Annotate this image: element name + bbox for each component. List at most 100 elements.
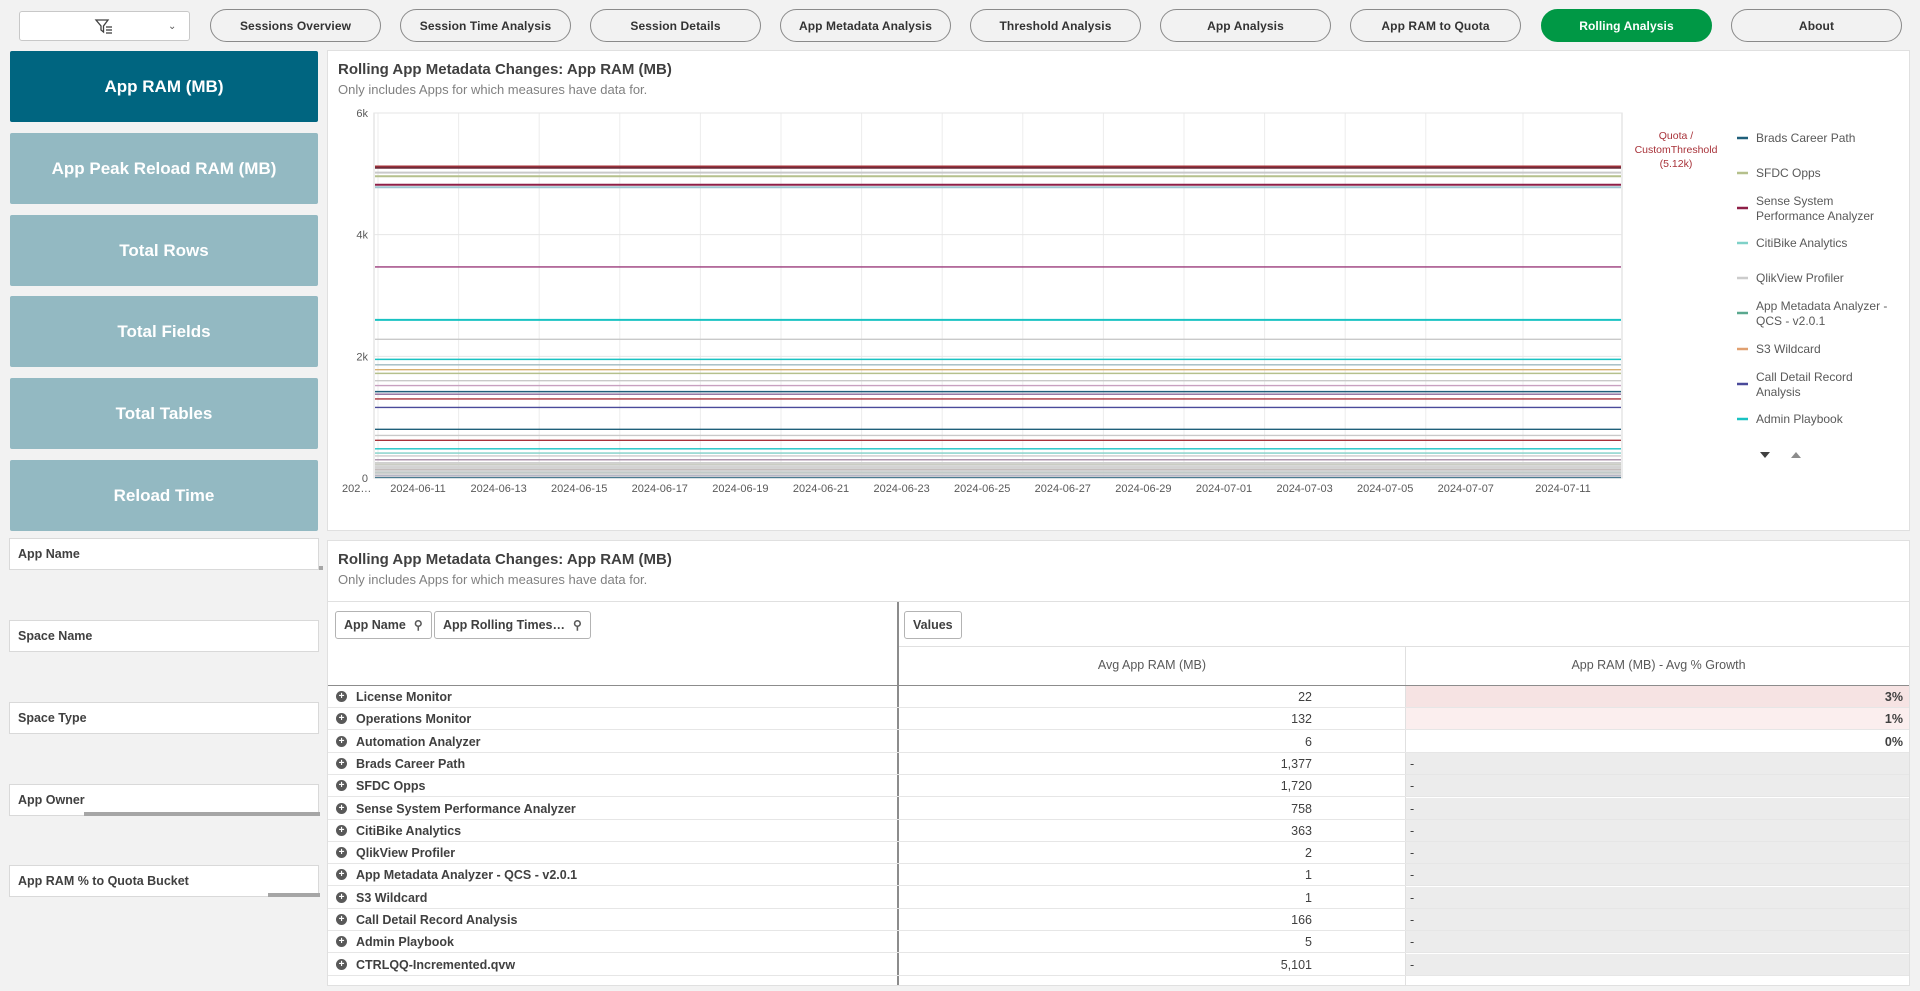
tab-app-metadata-analysis[interactable]: App Metadata Analysis — [780, 9, 951, 42]
table-row[interactable]: + Admin Playbook 5 - — [328, 931, 1909, 954]
measure-button-app-ram-mb[interactable]: App RAM (MB) — [10, 51, 318, 122]
legend-item[interactable]: Call Detail Record Analysis — [1756, 370, 1853, 399]
table-row[interactable]: + Operations Monitor 132 1% — [328, 708, 1909, 731]
legend-item[interactable]: Admin Playbook — [1756, 412, 1844, 426]
row-avg-ram: 132 — [1291, 712, 1312, 727]
filter-pane-space-name[interactable]: Space Name — [9, 620, 319, 652]
row-avg-ram: 5 — [1305, 935, 1312, 950]
row-growth-cell: 3% — [1406, 686, 1909, 707]
tab-sessions-overview[interactable]: Sessions Overview — [210, 9, 381, 42]
row-growth-cell: - — [1406, 819, 1909, 841]
expand-icon[interactable]: + — [336, 824, 347, 836]
x-tick-label: 2024-07-07 — [1438, 483, 1494, 495]
row-growth-cell: - — [1406, 864, 1909, 886]
expand-icon[interactable]: + — [336, 958, 347, 970]
table-row[interactable]: + Sense System Performance Analyzer 758 - — [328, 797, 1909, 820]
legend-item[interactable]: S3 Wildcard — [1756, 342, 1821, 356]
row-growth-value: - — [1410, 801, 1415, 816]
row-growth-value: - — [1410, 890, 1415, 905]
search-icon: ⚲ — [573, 618, 582, 632]
tab-rolling-analysis[interactable]: Rolling Analysis — [1541, 9, 1712, 42]
x-tick-label: 2024-06-15 — [551, 483, 607, 495]
filter-scroll-indicator[interactable] — [268, 893, 320, 897]
values-button[interactable]: Values — [904, 611, 962, 639]
table-row[interactable]: + CitiBike Analytics 363 - — [328, 819, 1909, 842]
column-header-avg-ram[interactable]: Avg App RAM (MB) — [899, 646, 1405, 684]
x-tick-label: 2024-06-23 — [873, 483, 929, 495]
table-row[interactable]: + S3 Wildcard 1 - — [328, 886, 1909, 909]
column-header-avg-growth[interactable]: App RAM (MB) - Avg % Growth — [1406, 646, 1909, 684]
filter-scroll-indicator[interactable] — [84, 812, 320, 816]
measure-button-app-peak-reload-ram-mb[interactable]: App Peak Reload RAM (MB) — [10, 133, 318, 204]
row-growth-value: - — [1410, 957, 1415, 972]
filter-pane-app-ram-to-quota-bucket[interactable]: App RAM % to Quota Bucket — [9, 865, 320, 897]
row-app-name: S3 Wildcard — [356, 890, 428, 905]
row-growth-value: - — [1410, 913, 1415, 927]
filter-pane-label: App Owner — [18, 793, 85, 807]
x-tick-label: 2024-07-01 — [1196, 483, 1252, 495]
measure-button-reload-time[interactable]: Reload Time — [10, 460, 318, 531]
legend-item[interactable]: Brads Career Path — [1756, 131, 1855, 145]
row-growth-value: - — [1410, 756, 1415, 771]
row-app-name: CitiBike Analytics — [356, 823, 462, 838]
expand-icon[interactable]: + — [336, 691, 347, 702]
x-tick-label: 2024-06-25 — [954, 483, 1010, 495]
expand-icon[interactable]: + — [336, 713, 347, 725]
table-row[interactable]: + Automation Analyzer 6 0% — [328, 730, 1909, 753]
legend-item[interactable]: QlikView Profiler — [1756, 271, 1844, 285]
line-chart[interactable]: 02k4k6kQuota /CustomThreshold(5.12k)202…… — [328, 101, 1911, 531]
top-toolbar: ⌄ Sessions Overview Session Time Analysis… — [0, 0, 1920, 50]
expand-icon[interactable]: + — [336, 869, 347, 881]
tab-app-analysis[interactable]: App Analysis — [1160, 9, 1331, 42]
filter-pane-label: Space Name — [18, 629, 93, 643]
legend-item[interactable]: CitiBike Analytics — [1756, 236, 1847, 250]
expand-icon[interactable]: + — [336, 735, 347, 747]
filter-pane-space-type[interactable]: Space Type — [9, 702, 319, 734]
filter-pane-app-owner[interactable]: App Owner — [9, 784, 320, 816]
row-app-name: License Monitor — [356, 690, 452, 704]
row-growth-cell: - — [1406, 909, 1909, 930]
legend-scroll-up-icon[interactable] — [1791, 452, 1801, 458]
measure-button-total-fields[interactable]: Total Fields — [10, 296, 318, 367]
legend-item[interactable]: Sense System Performance Analyzer — [1756, 194, 1874, 223]
legend-item[interactable]: SFDC Opps — [1756, 166, 1821, 180]
filter-scroll-indicator[interactable] — [319, 566, 323, 570]
selections-filter-button[interactable]: ⌄ — [19, 11, 190, 41]
dim-button-app-name[interactable]: App Name ⚲ — [335, 611, 432, 639]
table-row[interactable]: + Brads Career Path 1,377 - — [328, 752, 1909, 775]
legend-item[interactable]: App Metadata Analyzer -QCS - v2.0.1 — [1756, 299, 1887, 328]
expand-icon[interactable]: + — [336, 802, 347, 814]
measure-button-total-tables[interactable]: Total Tables — [10, 378, 318, 449]
table-row[interactable]: + License Monitor 22 3% — [328, 686, 1909, 708]
row-app-name: SFDC Opps — [356, 779, 426, 794]
expand-icon[interactable]: + — [336, 891, 347, 903]
pivot-table: App Name ⚲ App Rolling Times… ⚲ Values A… — [328, 601, 1909, 985]
x-tick-label: 2024-06-13 — [470, 483, 526, 495]
x-tick-label: 2024-06-29 — [1115, 483, 1171, 495]
tab-threshold-analysis[interactable]: Threshold Analysis — [970, 9, 1141, 42]
expand-icon[interactable]: + — [336, 780, 347, 792]
tab-session-time-analysis[interactable]: Session Time Analysis — [400, 9, 571, 42]
table-row[interactable]: + QlikView Profiler 2 - — [328, 842, 1909, 865]
y-tick-label: 4k — [356, 230, 368, 242]
table-row[interactable]: + App Metadata Analyzer - QCS - v2.0.1 1 - — [328, 864, 1909, 887]
expand-icon[interactable]: + — [336, 757, 347, 769]
chart-title: Rolling App Metadata Changes: App RAM (M… — [338, 61, 672, 78]
table-row[interactable]: + CTRLQQ-Incremented.qvw 5,101 - — [328, 953, 1909, 976]
tab-about[interactable]: About — [1731, 9, 1902, 42]
filter-pane-app-name[interactable]: App Name — [9, 538, 323, 570]
expand-icon[interactable]: + — [336, 847, 347, 859]
table-row[interactable]: + SFDC Opps 1,720 - — [328, 775, 1909, 798]
row-growth-value: - — [1410, 846, 1415, 861]
legend-scroll-down-icon[interactable] — [1760, 452, 1770, 458]
tab-session-details[interactable]: Session Details — [590, 9, 761, 42]
table-panel: Rolling App Metadata Changes: App RAM (M… — [327, 540, 1910, 986]
table-row[interactable]: + Call Detail Record Analysis 166 - — [328, 909, 1909, 931]
expand-icon[interactable]: + — [336, 914, 347, 925]
row-growth-cell: - — [1406, 775, 1909, 797]
dim-button-rolling-times[interactable]: App Rolling Times… ⚲ — [434, 611, 591, 639]
reference-line-label: Quota / — [1659, 130, 1694, 142]
measure-button-total-rows[interactable]: Total Rows — [10, 215, 318, 286]
tab-app-ram-to-quota[interactable]: App RAM to Quota — [1350, 9, 1521, 42]
expand-icon[interactable]: + — [336, 936, 347, 948]
